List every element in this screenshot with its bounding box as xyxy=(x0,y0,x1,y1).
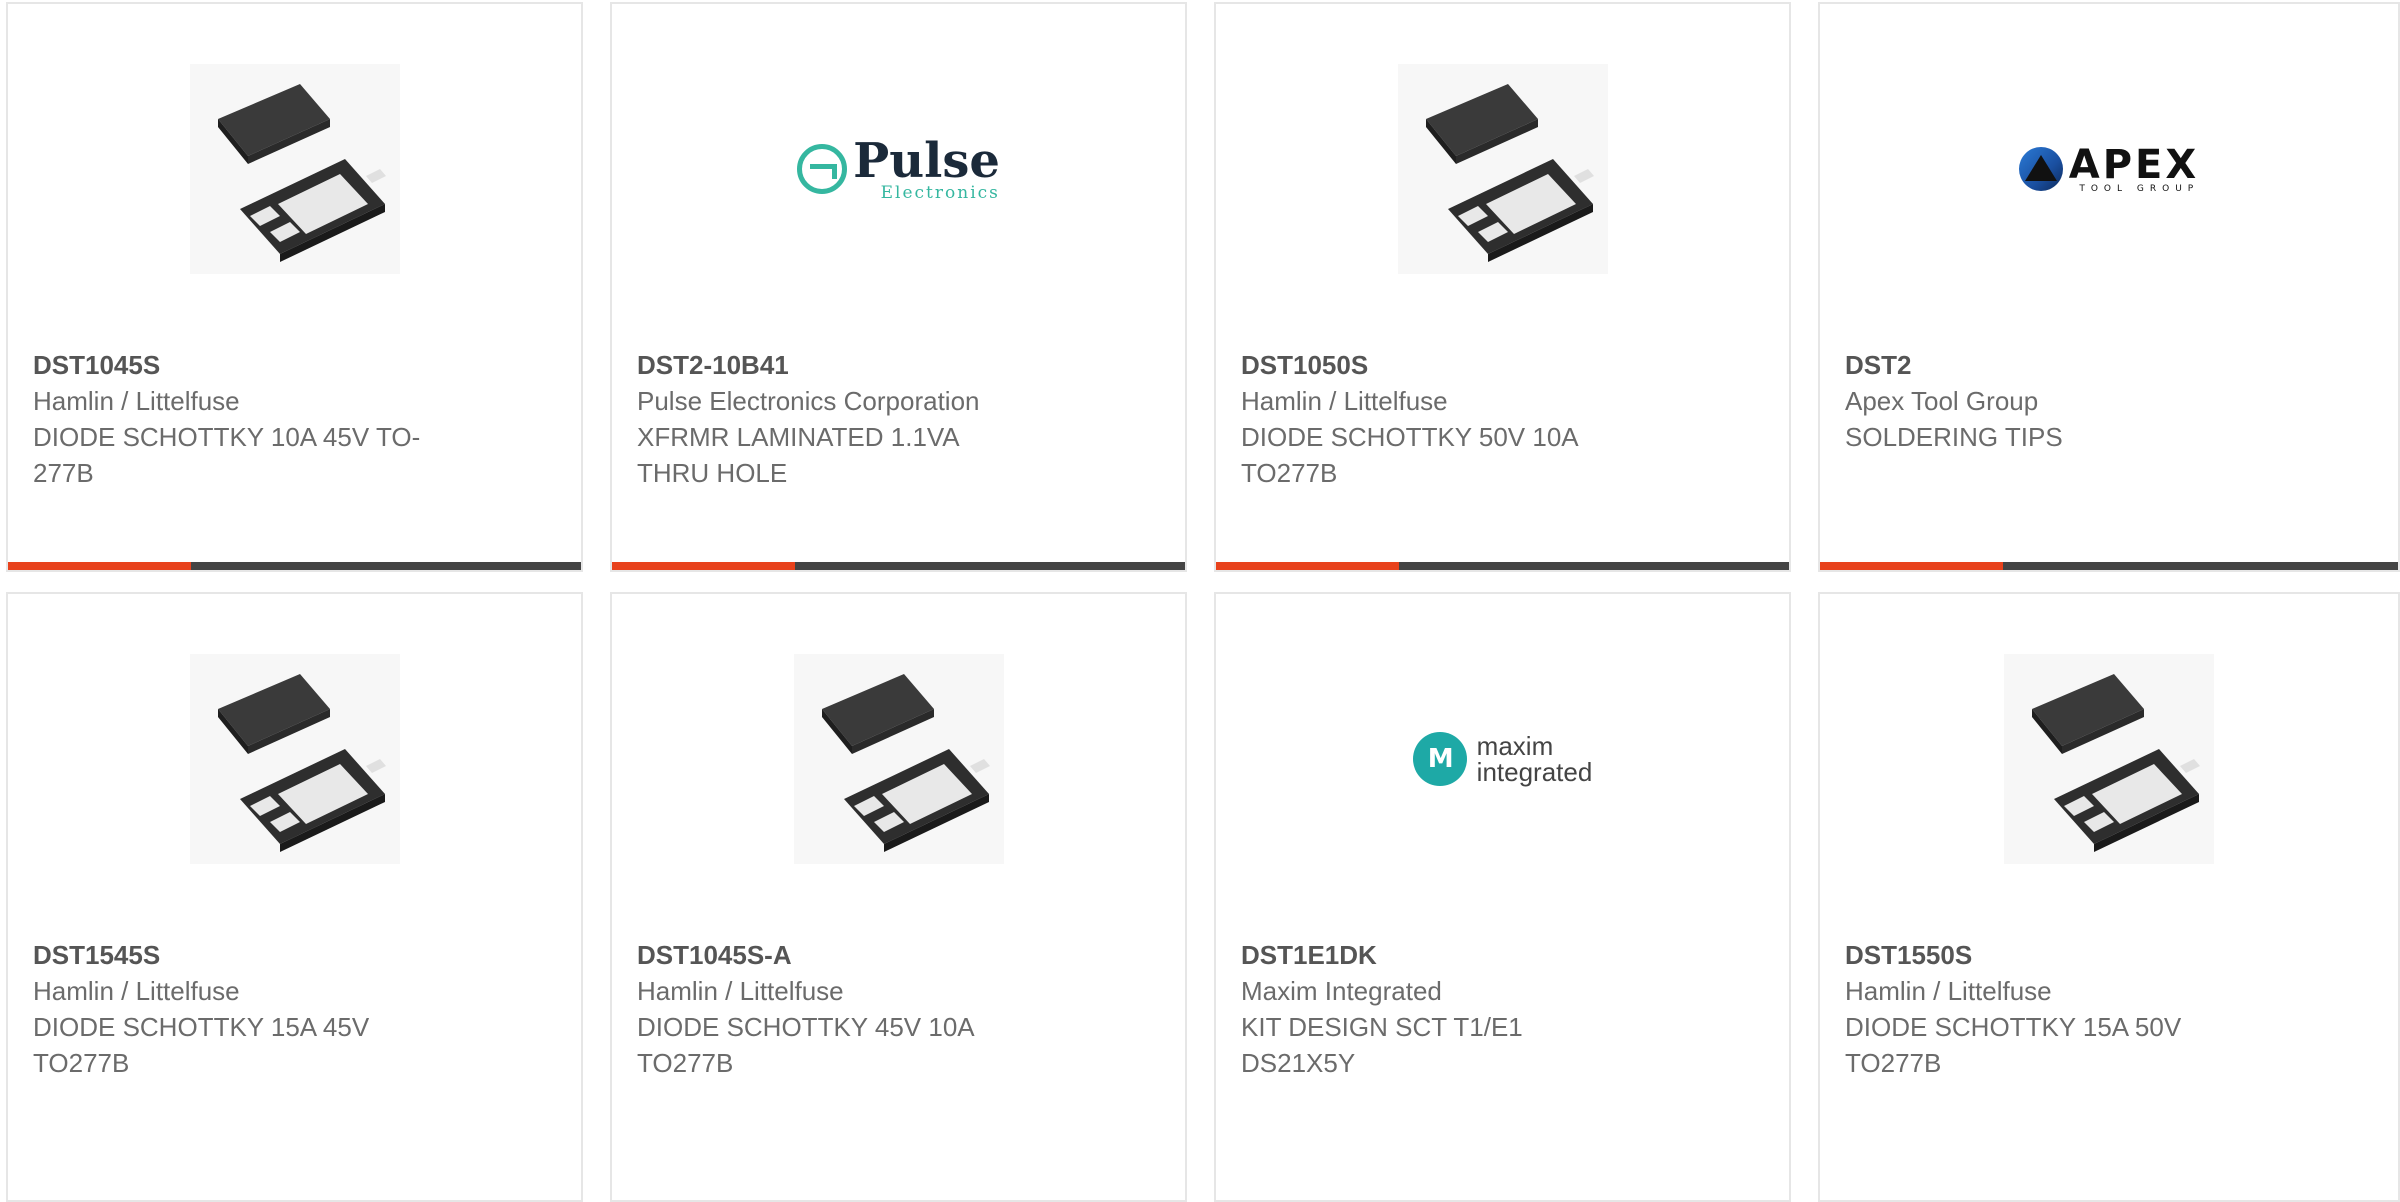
diode-package-image xyxy=(189,654,400,864)
product-description-cont: DS21X5Y xyxy=(1241,1048,1356,1078)
product-image[interactable]: M maxim integrated xyxy=(1216,594,1789,924)
product-image[interactable]: Pulse Electronics xyxy=(612,4,1185,334)
product-description: XFRMR LAMINATED 1.1VA xyxy=(637,422,960,452)
apex-logo-text: APEX xyxy=(2068,141,2200,188)
diode-package-image xyxy=(2004,654,2214,864)
product-description: DIODE SCHOTTKY 45V 10A xyxy=(637,1012,975,1042)
apex-tool-group-logo: APEX TOOL GROUP xyxy=(2018,141,2200,194)
manufacturer-name: Hamlin / Littelfuse xyxy=(33,386,240,416)
diode-package-image xyxy=(793,654,1004,864)
product-description-cont: 277B xyxy=(33,458,94,488)
product-card[interactable]: DST1045S Hamlin / Littelfuse DIODE SCHOT… xyxy=(6,2,583,572)
part-number-link[interactable]: DST1045S xyxy=(33,347,473,383)
manufacturer-name: Hamlin / Littelfuse xyxy=(1845,976,2052,1006)
product-image[interactable] xyxy=(612,594,1185,924)
card-accent-bar xyxy=(8,562,191,570)
maxim-logo-subtext: integrated xyxy=(1476,757,1593,787)
product-info: DST1045S Hamlin / Littelfuse DIODE SCHOT… xyxy=(33,347,473,491)
product-description: DIODE SCHOTTKY 50V 10A xyxy=(1241,422,1579,452)
card-bottom-bar xyxy=(612,562,1185,570)
card-accent-bar xyxy=(612,562,795,570)
card-accent-bar xyxy=(1820,562,2003,570)
product-card[interactable]: DST1550S Hamlin / Littelfuse DIODE SCHOT… xyxy=(1818,592,2400,1202)
card-bottom-bar xyxy=(1820,562,2398,570)
apex-globe-icon xyxy=(2018,147,2063,191)
pulse-electronics-logo: Pulse Electronics xyxy=(797,137,1000,202)
product-info: DST2-10B41 Pulse Electronics Corporation… xyxy=(637,347,1077,491)
part-number-link[interactable]: DST1550S xyxy=(1845,937,2285,973)
manufacturer-name: Maxim Integrated xyxy=(1241,976,1442,1006)
diode-package-image xyxy=(1397,64,1608,274)
product-card[interactable]: APEX TOOL GROUP DST2 Apex Tool Group SOL… xyxy=(1818,2,2400,572)
manufacturer-name: Hamlin / Littelfuse xyxy=(1241,386,1448,416)
part-number-link[interactable]: DST1050S xyxy=(1241,347,1681,383)
pulse-logo-text: Pulse xyxy=(853,132,1000,189)
product-image[interactable] xyxy=(1216,4,1789,334)
product-info: DST1050S Hamlin / Littelfuse DIODE SCHOT… xyxy=(1241,347,1681,491)
part-number-link[interactable]: DST2 xyxy=(1845,347,2285,383)
product-info: DST1550S Hamlin / Littelfuse DIODE SCHOT… xyxy=(1845,937,2285,1081)
product-image[interactable] xyxy=(1820,594,2398,924)
part-number-link[interactable]: DST1E1DK xyxy=(1241,937,1681,973)
maxim-logo-text: maxim xyxy=(1476,731,1554,761)
product-description: DIODE SCHOTTKY 15A 50V xyxy=(1845,1012,2182,1042)
product-card[interactable]: M maxim integrated DST1E1DK Maxim Integr… xyxy=(1214,592,1791,1202)
diode-package-image xyxy=(189,64,400,274)
product-card[interactable]: DST1045S-A Hamlin / Littelfuse DIODE SCH… xyxy=(610,592,1187,1202)
product-info: DST1045S-A Hamlin / Littelfuse DIODE SCH… xyxy=(637,937,1077,1081)
pulse-logo-subtext: Electronics xyxy=(880,182,1000,203)
part-number-link[interactable]: DST1545S xyxy=(33,937,473,973)
product-description: SOLDERING TIPS xyxy=(1845,422,2063,452)
card-bottom-bar xyxy=(8,562,581,570)
card-bottom-bar xyxy=(1216,562,1789,570)
card-accent-bar xyxy=(1216,562,1399,570)
product-description: KIT DESIGN SCT T1/E1 xyxy=(1241,1012,1523,1042)
part-number-link[interactable]: DST2-10B41 xyxy=(637,347,1077,383)
product-image[interactable] xyxy=(8,4,581,334)
maxim-integrated-logo: M maxim integrated xyxy=(1412,731,1593,787)
manufacturer-name: Apex Tool Group xyxy=(1845,386,2039,416)
product-description-cont: TO277B xyxy=(1241,458,1338,488)
product-info: DST1E1DK Maxim Integrated KIT DESIGN SCT… xyxy=(1241,937,1681,1081)
part-number-link[interactable]: DST1045S-A xyxy=(637,937,1077,973)
product-description: DIODE SCHOTTKY 10A 45V TO- xyxy=(33,422,421,452)
product-image[interactable]: APEX TOOL GROUP xyxy=(1820,4,2398,334)
product-grid: DST1045S Hamlin / Littelfuse DIODE SCHOT… xyxy=(0,0,2400,1202)
product-card[interactable]: DST1545S Hamlin / Littelfuse DIODE SCHOT… xyxy=(6,592,583,1202)
product-description-cont: TO277B xyxy=(637,1048,734,1078)
manufacturer-name: Hamlin / Littelfuse xyxy=(33,976,240,1006)
product-info: DST1545S Hamlin / Littelfuse DIODE SCHOT… xyxy=(33,937,473,1081)
product-description-cont: TO277B xyxy=(1845,1048,1942,1078)
pulse-logo-mark-icon xyxy=(797,144,848,194)
maxim-logo-mark-icon: M xyxy=(1412,732,1467,786)
apex-logo-subtext: TOOL GROUP xyxy=(2079,183,2200,194)
product-card[interactable]: DST1050S Hamlin / Littelfuse DIODE SCHOT… xyxy=(1214,2,1791,572)
product-description-cont: THRU HOLE xyxy=(637,458,788,488)
manufacturer-name: Hamlin / Littelfuse xyxy=(637,976,844,1006)
product-card[interactable]: Pulse Electronics DST2-10B41 Pulse Elect… xyxy=(610,2,1187,572)
product-image[interactable] xyxy=(8,594,581,924)
manufacturer-name: Pulse Electronics Corporation xyxy=(637,386,980,416)
product-description-cont: TO277B xyxy=(33,1048,130,1078)
product-description: DIODE SCHOTTKY 15A 45V xyxy=(33,1012,370,1042)
product-info: DST2 Apex Tool Group SOLDERING TIPS xyxy=(1845,347,2285,455)
